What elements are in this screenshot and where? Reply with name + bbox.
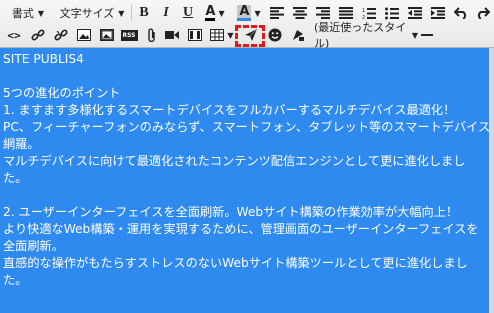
highlight-box <box>235 25 265 47</box>
editor-line: た。 <box>3 273 28 287</box>
format-label: 書式 <box>11 7 34 20</box>
redo-icon <box>477 7 490 19</box>
align-center-button[interactable] <box>291 3 309 23</box>
image-gallery-icon <box>100 29 114 41</box>
chevron-down-icon: ▼ <box>227 30 234 40</box>
image-button[interactable] <box>75 25 93 45</box>
template-button[interactable] <box>289 25 307 45</box>
editor-line: 直感的な操作がもたらすストレスのないWebサイト構築ツールとして更に進化しまし <box>3 256 468 270</box>
unlink-icon <box>54 29 68 41</box>
undo-button[interactable] <box>452 3 470 23</box>
toolbar-row-1: 書式 ▼ 文字サイズ ▼ B I U A ▼ A ▼ 1 2 <box>0 2 494 24</box>
toolbar-row-2: <> RSS ▼ (最近使ったスタイル) ▼ <box>0 21 494 50</box>
bg-color-label: A <box>237 4 252 21</box>
editor-line: 2. ユーザーインターフェイスを全面刷新。Webサイト構築の作業効率が大幅向上！ <box>3 205 459 219</box>
image-gallery-button[interactable] <box>98 25 116 45</box>
rss-icon: RSS <box>120 29 138 41</box>
horizontal-rule-button[interactable] <box>418 25 436 45</box>
chevron-down-icon: ▼ <box>118 8 125 18</box>
outdent-button[interactable] <box>406 3 424 23</box>
unlink-button[interactable] <box>52 25 70 45</box>
chevron-down-icon: ▼ <box>254 8 261 18</box>
editor-line: 5つの進化のポイント <box>3 86 121 100</box>
indent-icon <box>431 7 445 19</box>
editor-line: 全面刷新。 <box>3 239 64 253</box>
editor-line: マルチデバイスに向けて最適化されたコンテンツ配信エンジンとして更に進化しまし <box>3 154 466 168</box>
unordered-list-icon <box>385 7 399 19</box>
link-button[interactable] <box>29 25 47 45</box>
text-color-label: A <box>205 4 216 21</box>
video-icon <box>165 31 179 39</box>
chevron-down-icon: ▼ <box>218 8 225 18</box>
flash-button[interactable] <box>186 25 204 45</box>
smiley-icon <box>268 28 282 42</box>
outdent-icon <box>408 7 422 19</box>
table-icon <box>210 29 225 41</box>
editor-line <box>3 68 487 85</box>
editor-window: 書式 ▼ 文字サイズ ▼ B I U A ▼ A ▼ 1 2 <> RSS ▼ … <box>0 0 494 313</box>
stamp-icon <box>293 30 304 41</box>
editor-line: た。 <box>3 171 28 185</box>
chevron-down-icon: ▼ <box>37 8 45 18</box>
format-dropdown[interactable]: 書式 ▼ <box>4 3 52 23</box>
video-button[interactable] <box>163 25 181 45</box>
italic-button[interactable]: I <box>157 3 175 23</box>
align-justify-icon <box>339 7 353 19</box>
attachment-button[interactable] <box>144 25 160 45</box>
flash-icon <box>188 29 202 41</box>
undo-icon <box>454 7 467 19</box>
editor-line: SITE PUBLIS4 <box>3 52 84 66</box>
bold-button[interactable]: B <box>135 3 153 23</box>
link-icon <box>31 29 45 41</box>
editor-content[interactable]: SITE PUBLIS4 5つの進化のポイント 1. ますます多様化するスマート… <box>0 48 489 313</box>
editor-line: PC、フィーチャーフォンのみならず、スマートフォン、タブレット等のスマートデバイ… <box>3 120 489 134</box>
background-color-button[interactable]: A ▼ <box>234 3 264 23</box>
image-icon <box>77 29 91 41</box>
align-right-icon <box>316 7 330 19</box>
editor-toolbar: 書式 ▼ 文字サイズ ▼ B I U A ▼ A ▼ 1 2 <> RSS ▼ … <box>0 0 494 50</box>
emoticon-button[interactable] <box>266 25 284 45</box>
underline-button[interactable]: U <box>179 3 197 23</box>
style-dropdown[interactable]: (最近使ったスタイル) ▼ <box>311 21 421 50</box>
align-center-icon <box>293 7 307 19</box>
ordered-list-icon: 12 <box>362 7 376 20</box>
text-color-button[interactable]: A ▼ <box>200 3 230 23</box>
svg-text:1: 1 <box>362 8 365 14</box>
editor-scrollbar[interactable] <box>489 48 494 313</box>
horizontal-rule-icon <box>421 34 433 36</box>
style-label: (最近使ったスタイル) <box>314 21 407 50</box>
font-size-label: 文字サイズ <box>59 7 115 20</box>
rss-button[interactable]: RSS <box>119 25 139 45</box>
separator <box>131 5 132 21</box>
align-left-icon <box>270 7 284 19</box>
attachment-icon <box>148 28 155 42</box>
indent-button[interactable] <box>429 3 447 23</box>
table-button[interactable]: ▼ <box>208 25 236 45</box>
editor-line: 1. ますます多様化するスマートデバイスをフルカバーするマルチデバイス最適化！ <box>3 103 456 117</box>
editor-line <box>3 187 487 204</box>
font-size-dropdown[interactable]: 文字サイズ ▼ <box>50 3 134 23</box>
editor-line: より快適なWeb構築・運用を実現するために、管理画面のユーザーインターフェイスを <box>3 222 479 236</box>
editor-line: 網羅。 <box>3 137 40 151</box>
redo-button[interactable] <box>474 3 492 23</box>
source-button[interactable]: <> <box>6 25 22 45</box>
align-left-button[interactable] <box>268 3 286 23</box>
